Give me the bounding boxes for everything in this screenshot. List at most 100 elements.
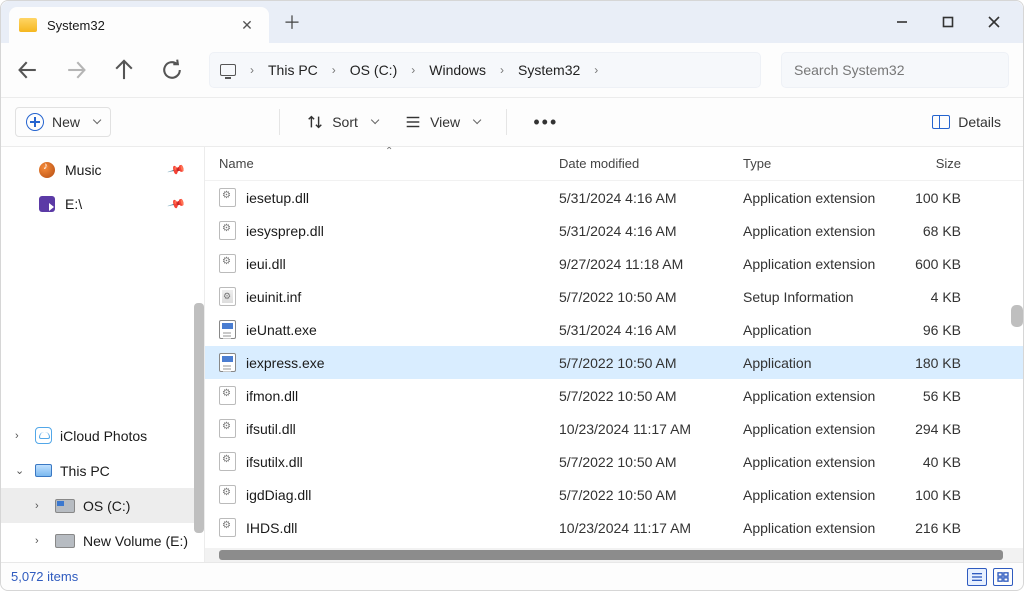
crumb-os[interactable]: OS (C:) (348, 60, 399, 80)
file-date: 9/27/2024 11:18 AM (545, 256, 729, 272)
crumb-system32[interactable]: System32 (516, 60, 582, 80)
file-type: Application extension (729, 190, 885, 206)
chevron-right-icon[interactable]: › (492, 63, 512, 77)
tree-arrow-icon[interactable]: › (35, 500, 47, 512)
file-name: IHDS.dll (246, 520, 297, 536)
chevron-right-icon[interactable]: › (586, 63, 606, 77)
file-name: ifsutilx.dll (246, 454, 303, 470)
crumb-thispc[interactable]: This PC (266, 60, 320, 80)
crumb-windows[interactable]: Windows (427, 60, 488, 80)
col-name[interactable]: Name (205, 156, 545, 171)
chevron-down-icon (371, 116, 380, 125)
sidebar-scrollbar[interactable] (194, 303, 204, 533)
pin-icon: 📌 (167, 160, 187, 180)
file-size: 100 KB (885, 487, 981, 503)
minimize-button[interactable] (879, 5, 925, 39)
file-date: 5/7/2022 10:50 AM (545, 487, 729, 503)
chevron-right-icon[interactable]: › (403, 63, 423, 77)
close-button[interactable] (971, 5, 1017, 39)
file-name: ieui.dll (246, 256, 286, 272)
file-icon (219, 518, 236, 537)
file-date: 5/31/2024 4:16 AM (545, 322, 729, 338)
file-size: 96 KB (885, 322, 981, 338)
file-name: iesysprep.dll (246, 223, 324, 239)
sidebar-item[interactable]: Music📌 (1, 153, 204, 187)
forward-button[interactable] (63, 57, 89, 83)
file-type: Setup Information (729, 289, 885, 305)
file-date: 5/31/2024 4:16 AM (545, 190, 729, 206)
tab[interactable]: System32 ✕ (9, 7, 269, 43)
tree-item[interactable]: ›New Volume (E:) (1, 523, 204, 558)
tree-item-label: iCloud Photos (60, 428, 147, 444)
table-row[interactable]: iesysprep.dll 5/31/2024 4:16 AM Applicat… (205, 214, 1023, 247)
file-scrollbar[interactable] (1011, 305, 1023, 327)
file-type: Application extension (729, 520, 885, 536)
details-pane-button[interactable]: Details (924, 108, 1009, 136)
plus-circle-icon (26, 113, 44, 131)
file-name: ieUnatt.exe (246, 322, 317, 338)
view-button[interactable]: View (396, 107, 488, 137)
table-row[interactable]: iexpress.exe 5/7/2022 10:50 AM Applicati… (205, 346, 1023, 379)
horizontal-scrollbar[interactable] (205, 548, 1023, 562)
file-name: ifmon.dll (246, 388, 298, 404)
tree-item-label: This PC (60, 463, 110, 479)
chevron-right-icon[interactable]: › (242, 63, 262, 77)
table-row[interactable]: ieuinit.inf 5/7/2022 10:50 AM Setup Info… (205, 280, 1023, 313)
up-button[interactable] (111, 57, 137, 83)
table-row[interactable]: ieui.dll 9/27/2024 11:18 AM Application … (205, 247, 1023, 280)
titlebar: System32 ✕ ＋ (1, 1, 1023, 43)
sidebar-item-label: E:\ (65, 196, 82, 212)
file-size: 216 KB (885, 520, 981, 536)
file-type: Application (729, 355, 885, 371)
file-icon (219, 287, 236, 306)
file-type: Application extension (729, 454, 885, 470)
sort-caret-icon: ⌃ (385, 147, 393, 157)
tree-item-label: OS (C:) (83, 498, 130, 514)
table-row[interactable]: ifsutil.dll 10/23/2024 11:17 AM Applicat… (205, 412, 1023, 445)
file-date: 10/23/2024 11:17 AM (545, 421, 729, 437)
more-button[interactable]: ••• (525, 106, 566, 139)
table-row[interactable]: ieUnatt.exe 5/31/2024 4:16 AM Applicatio… (205, 313, 1023, 346)
col-size[interactable]: Size (885, 156, 981, 171)
details-view-icon[interactable] (967, 568, 987, 586)
details-pane-icon (932, 115, 950, 129)
file-type: Application extension (729, 421, 885, 437)
search-input[interactable]: Search System32 (781, 52, 1009, 88)
file-size: 4 KB (885, 289, 981, 305)
table-row[interactable]: ifmon.dll 5/7/2022 10:50 AM Application … (205, 379, 1023, 412)
tree-item[interactable]: › iCloud Photos (1, 418, 204, 453)
maximize-button[interactable] (925, 5, 971, 39)
table-row[interactable]: IHDS.dll 10/23/2024 11:17 AM Application… (205, 511, 1023, 544)
tree-item[interactable]: ⌄ This PC (1, 453, 204, 488)
tree-arrow-icon[interactable]: › (35, 535, 47, 547)
table-row[interactable]: ifsutilx.dll 5/7/2022 10:50 AM Applicati… (205, 445, 1023, 478)
file-type: Application extension (729, 223, 885, 239)
file-size: 40 KB (885, 454, 981, 470)
file-size: 600 KB (885, 256, 981, 272)
file-pane: ⌃ Name Date modified Type Size iesetup.d… (205, 147, 1023, 562)
thumbnails-view-icon[interactable] (993, 568, 1013, 586)
chevron-right-icon[interactable]: › (324, 63, 344, 77)
music-icon (39, 162, 55, 178)
col-date[interactable]: Date modified (545, 156, 729, 171)
tree-arrow-icon[interactable]: › (15, 430, 27, 442)
tree-item[interactable]: › OS (C:) (1, 488, 204, 523)
table-row[interactable]: iesetup.dll 5/31/2024 4:16 AM Applicatio… (205, 181, 1023, 214)
tab-close-icon[interactable]: ✕ (239, 17, 255, 33)
new-button[interactable]: New (15, 107, 111, 137)
refresh-button[interactable] (159, 57, 185, 83)
chevron-down-icon (93, 116, 102, 125)
tree-arrow-icon[interactable]: ⌄ (15, 464, 27, 477)
address-bar[interactable]: › This PC › OS (C:) › Windows › System32… (209, 52, 761, 88)
col-type[interactable]: Type (729, 156, 885, 171)
back-button[interactable] (15, 57, 41, 83)
status-bar: 5,072 items (1, 562, 1023, 590)
file-type: Application (729, 322, 885, 338)
new-tab-button[interactable]: ＋ (275, 5, 309, 39)
sort-button[interactable]: Sort (298, 107, 386, 137)
table-row[interactable]: igdDiag.dll 5/7/2022 10:50 AM Applicatio… (205, 478, 1023, 511)
toolbar: New A Sort View ••• Details (1, 97, 1023, 147)
file-icon (219, 320, 236, 339)
file-date: 5/7/2022 10:50 AM (545, 454, 729, 470)
sidebar-item[interactable]: E:\📌 (1, 187, 204, 221)
